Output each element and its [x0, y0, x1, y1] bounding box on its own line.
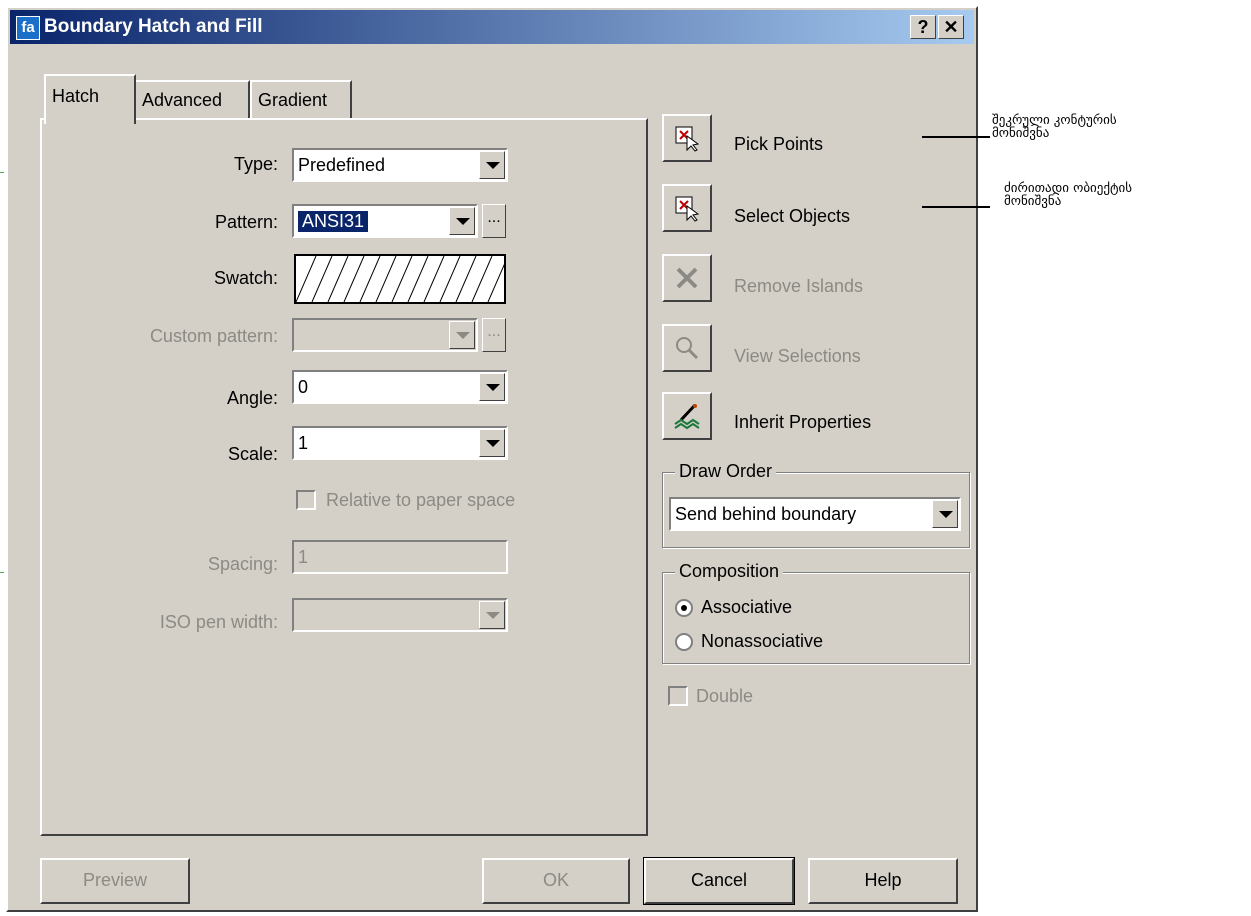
hatch-pattern-preview	[295, 255, 509, 303]
ok-button[interactable]: OK	[482, 858, 630, 904]
type-label: Type:	[233, 154, 278, 174]
inherit-properties-button[interactable]	[662, 392, 712, 440]
pick-points-label: Pick Points	[734, 134, 824, 154]
swatch-label: Swatch:	[213, 268, 278, 288]
edge-mark	[0, 172, 4, 173]
composition-title: Composition	[675, 561, 784, 582]
remove-islands-label: Remove Islands	[734, 276, 864, 296]
associative-label: Associative	[701, 597, 793, 617]
title-bar[interactable]: fa Boundary Hatch and Fill ? ✕	[10, 10, 974, 44]
chevron-down-icon[interactable]	[449, 321, 475, 349]
select-objects-icon	[675, 196, 700, 222]
iso-pen-width-combo[interactable]	[292, 598, 508, 632]
draw-order-group: Draw Order Send behind boundary	[662, 461, 970, 548]
view-selections-icon	[676, 337, 699, 360]
draw-order-combo[interactable]: Send behind boundary	[669, 497, 961, 531]
relative-to-paper-checkbox[interactable]	[296, 490, 316, 510]
scale-label: Scale:	[227, 444, 278, 464]
select-objects-button[interactable]	[662, 184, 712, 232]
window-title: Boundary Hatch and Fill	[44, 16, 263, 37]
relative-to-paper-label: Relative to paper space	[326, 490, 516, 510]
chevron-down-icon[interactable]	[932, 500, 958, 528]
pick-points-callout-line	[922, 136, 990, 138]
nonassociative-radio[interactable]	[675, 633, 693, 651]
scale-combo[interactable]: 1	[292, 426, 508, 460]
view-selections-label: View Selections	[734, 346, 861, 366]
pattern-combo[interactable]: ANSI31	[292, 204, 478, 238]
tab-advanced[interactable]: Advanced	[134, 80, 250, 120]
boundary-hatch-dialog: fa Boundary Hatch and Fill ? ✕ Hatch Adv…	[6, 6, 978, 912]
hatch-swatch[interactable]	[294, 254, 509, 304]
chevron-down-icon[interactable]	[479, 601, 505, 629]
chevron-down-icon[interactable]	[479, 373, 505, 401]
type-combo[interactable]: Predefined	[292, 148, 508, 182]
angle-label: Angle:	[226, 388, 278, 408]
spacing-value: 1	[298, 547, 309, 567]
associative-radio[interactable]	[675, 599, 693, 617]
scale-value: 1	[298, 433, 309, 453]
tab-gradient[interactable]: Gradient	[250, 80, 352, 120]
help-button[interactable]: Help	[808, 858, 958, 904]
select-objects-annotation: ძირითადი ობიექტის მონიშვნა	[1004, 182, 1132, 208]
type-value: Predefined	[298, 155, 386, 175]
composition-group: Composition Associative Nonassociative	[662, 561, 970, 664]
tab-hatch[interactable]: Hatch	[44, 74, 136, 124]
cancel-button[interactable]: Cancel	[643, 857, 795, 905]
app-icon: fa	[16, 16, 40, 40]
pick-points-button[interactable]	[662, 114, 712, 162]
annotation-line: მონიშვნა	[992, 126, 1050, 141]
pick-points-annotation: შეკრული კონტურის მონიშვნა	[992, 114, 1117, 140]
double-checkbox[interactable]	[668, 686, 688, 706]
pick-points-icon	[675, 126, 700, 152]
tab-label: Advanced	[142, 90, 223, 110]
select-objects-label: Select Objects	[734, 206, 851, 226]
angle-value: 0	[298, 377, 309, 397]
spacing-label: Spacing:	[207, 554, 278, 574]
pattern-value: ANSI31	[298, 211, 369, 232]
view-selections-button[interactable]	[662, 324, 712, 372]
double-label: Double	[696, 686, 754, 706]
chevron-down-icon[interactable]	[479, 151, 505, 179]
nonassociative-label: Nonassociative	[701, 631, 824, 651]
draw-order-title: Draw Order	[675, 461, 777, 482]
preview-button[interactable]: Preview	[40, 858, 190, 904]
inherit-properties-icon	[674, 403, 700, 430]
pattern-label: Pattern:	[214, 212, 278, 232]
chevron-down-icon[interactable]	[479, 429, 505, 457]
custom-pattern-combo[interactable]	[292, 318, 478, 352]
remove-islands-icon	[676, 267, 698, 289]
custom-pattern-label: Custom pattern:	[149, 326, 278, 346]
remove-islands-button[interactable]	[662, 254, 712, 302]
annotation-line: მონიშვნა	[1004, 194, 1062, 209]
close-button[interactable]: ✕	[938, 15, 964, 39]
select-objects-callout-line	[922, 206, 990, 208]
edge-mark	[0, 572, 4, 573]
inherit-properties-label: Inherit Properties	[734, 412, 872, 432]
draw-order-value: Send behind boundary	[675, 504, 857, 524]
pattern-browse-button[interactable]: ...	[482, 204, 506, 238]
tab-label: Hatch	[52, 86, 100, 106]
chevron-down-icon[interactable]	[449, 207, 475, 235]
spacing-field[interactable]: 1	[292, 540, 508, 574]
custom-pattern-browse-button[interactable]: ...	[482, 318, 506, 352]
iso-pen-width-label: ISO pen width:	[159, 612, 278, 632]
help-title-button[interactable]: ?	[910, 15, 936, 39]
angle-combo[interactable]: 0	[292, 370, 508, 404]
tab-label: Gradient	[258, 90, 328, 110]
